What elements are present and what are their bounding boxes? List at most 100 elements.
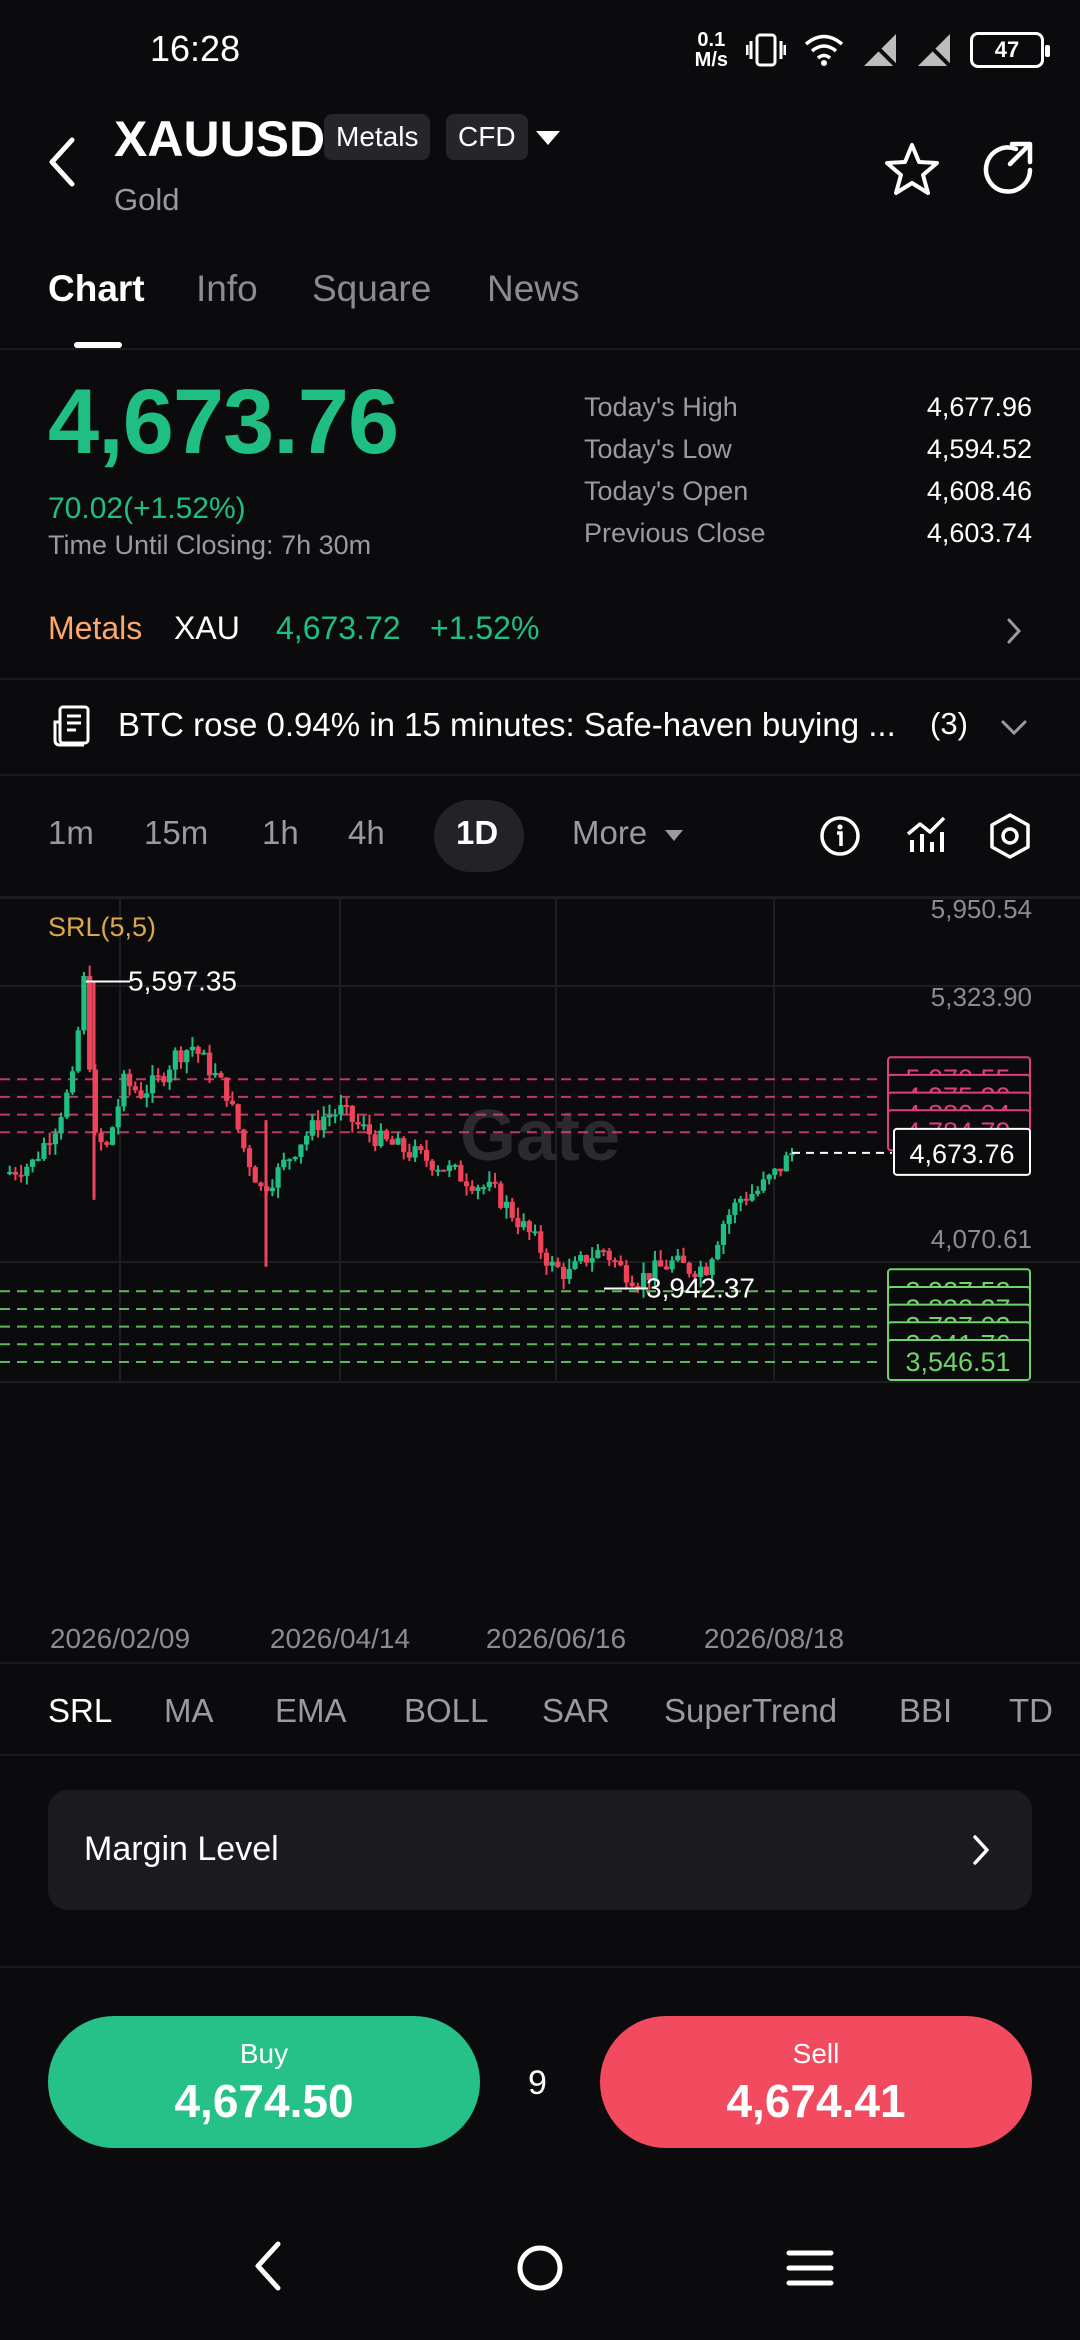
indicator-tab-boll[interactable]: BOLL bbox=[404, 1692, 488, 1730]
indicator-tab-bbi[interactable]: BBI bbox=[899, 1692, 952, 1730]
candle-body bbox=[658, 1260, 664, 1267]
x-axis-label: 2026/08/18 bbox=[704, 1623, 844, 1654]
timeframe-15m[interactable]: 15m bbox=[144, 814, 208, 852]
candle-body bbox=[24, 1166, 30, 1176]
candle-body bbox=[492, 1181, 498, 1184]
candle-body bbox=[355, 1121, 361, 1125]
news-headline[interactable]: BTC rose 0.94% in 15 minutes: Safe-haven… bbox=[118, 706, 908, 744]
chevron-right-icon[interactable] bbox=[1004, 616, 1024, 646]
indicator-tab-sar[interactable]: SAR bbox=[542, 1692, 610, 1730]
candle-body bbox=[663, 1266, 669, 1270]
status-time: 16:28 bbox=[150, 28, 241, 69]
candle-body bbox=[172, 1050, 178, 1070]
tab-news[interactable]: News bbox=[487, 268, 580, 310]
candle-body bbox=[218, 1072, 224, 1078]
candle-body bbox=[509, 1201, 515, 1218]
indicator-tab-srl[interactable]: SRL bbox=[48, 1692, 112, 1730]
stat-value: 4,608.46 bbox=[926, 476, 1032, 506]
candle-body bbox=[389, 1139, 395, 1145]
metals-price: 4,673.72 bbox=[276, 610, 401, 646]
candle-body bbox=[212, 1072, 218, 1076]
candle-body bbox=[332, 1114, 338, 1117]
caret-down-icon[interactable] bbox=[664, 828, 684, 842]
buy-label: Buy bbox=[239, 2038, 289, 2069]
candle-body bbox=[189, 1046, 196, 1051]
candle-body bbox=[35, 1158, 41, 1161]
caret-down-icon[interactable] bbox=[534, 128, 562, 148]
candle-body bbox=[486, 1181, 492, 1188]
tag-cfd[interactable]: CFD bbox=[446, 114, 528, 160]
indicator-tab-supertrend[interactable]: SuperTrend bbox=[664, 1692, 837, 1730]
stat-label: Today's High bbox=[584, 392, 738, 422]
timeframe-1d[interactable]: 1D bbox=[456, 814, 498, 852]
candle-body bbox=[395, 1138, 401, 1145]
candle-body bbox=[18, 1174, 24, 1177]
candle-body bbox=[121, 1073, 127, 1107]
buy-button[interactable]: Buy 4,674.50 bbox=[48, 2016, 480, 2148]
candle-body bbox=[206, 1052, 213, 1076]
nav-home-icon[interactable] bbox=[516, 2244, 564, 2292]
closing-label: Time Until Closing: bbox=[48, 530, 274, 560]
timeframe-1h[interactable]: 1h bbox=[262, 814, 299, 852]
candle-body bbox=[195, 1046, 201, 1055]
candle-body bbox=[560, 1266, 567, 1279]
candle-body bbox=[47, 1143, 53, 1146]
symbol-title: XAUUSD bbox=[114, 111, 326, 167]
info-icon[interactable] bbox=[818, 814, 862, 858]
candle-body bbox=[29, 1159, 36, 1167]
timeframe-more[interactable]: More bbox=[572, 814, 647, 852]
chevron-down-icon[interactable] bbox=[1000, 718, 1028, 738]
candle-body bbox=[286, 1159, 293, 1162]
candle-body bbox=[235, 1104, 241, 1130]
settings-icon[interactable] bbox=[988, 812, 1032, 860]
candle-body bbox=[423, 1150, 430, 1161]
candle-body bbox=[435, 1169, 441, 1172]
tab-square[interactable]: Square bbox=[312, 268, 431, 310]
indicator-tab-ema[interactable]: EMA bbox=[275, 1692, 347, 1730]
candle-body bbox=[41, 1143, 47, 1159]
candle-body bbox=[252, 1167, 258, 1183]
indicator-icon[interactable] bbox=[904, 812, 948, 856]
star-icon[interactable] bbox=[882, 140, 942, 200]
metals-divider bbox=[0, 678, 1080, 680]
candle-body bbox=[743, 1198, 749, 1201]
candle-body bbox=[572, 1261, 578, 1269]
x-axis-label: 2026/02/09 bbox=[50, 1623, 190, 1654]
timeframe-1m[interactable]: 1m bbox=[48, 814, 94, 852]
candle-body bbox=[161, 1076, 167, 1083]
chevron-right-icon[interactable] bbox=[970, 1832, 992, 1868]
metals-symbol: XAU bbox=[174, 610, 240, 646]
back-icon[interactable] bbox=[42, 132, 86, 192]
candle-body bbox=[127, 1073, 133, 1087]
timeframe-4h[interactable]: 4h bbox=[348, 814, 385, 852]
tabs-divider bbox=[0, 348, 1080, 350]
y-axis-label: 5,323.90 bbox=[931, 982, 1032, 1012]
candle-body bbox=[292, 1156, 298, 1160]
nav-menu-icon[interactable] bbox=[786, 2248, 834, 2288]
metals-category-link[interactable]: Metals bbox=[48, 610, 142, 647]
candle-body bbox=[412, 1146, 418, 1158]
price-chart[interactable]: Gate5,950.545,323.904,070.615,070.554,97… bbox=[0, 898, 1080, 1662]
y-axis-label: 5,950.54 bbox=[931, 898, 1032, 924]
sell-button[interactable]: Sell 4,674.41 bbox=[600, 2016, 1032, 2148]
candle-body bbox=[344, 1105, 350, 1108]
candle-body bbox=[526, 1221, 532, 1233]
candle-body bbox=[766, 1174, 772, 1180]
candle-body bbox=[515, 1217, 521, 1228]
stat-value: 4,594.52 bbox=[926, 434, 1032, 464]
no-signal-icon bbox=[862, 32, 898, 68]
candle-body bbox=[521, 1221, 527, 1228]
watermark-text: Gate bbox=[460, 1096, 620, 1176]
stat-label: Previous Close bbox=[584, 518, 766, 548]
tab-chart[interactable]: Chart bbox=[48, 268, 145, 310]
news-icon bbox=[53, 705, 90, 747]
tab-info[interactable]: Info bbox=[196, 268, 258, 310]
indicator-tab-td[interactable]: TD bbox=[1009, 1692, 1053, 1730]
indicator-tab-ma[interactable]: MA bbox=[164, 1692, 214, 1730]
news-divider bbox=[0, 774, 1080, 776]
share-icon[interactable] bbox=[980, 140, 1038, 198]
nav-back-icon[interactable] bbox=[252, 2240, 284, 2292]
candle-body bbox=[366, 1124, 373, 1135]
candle-body bbox=[246, 1148, 253, 1168]
last-price-label: 4,673.76 bbox=[909, 1139, 1014, 1169]
